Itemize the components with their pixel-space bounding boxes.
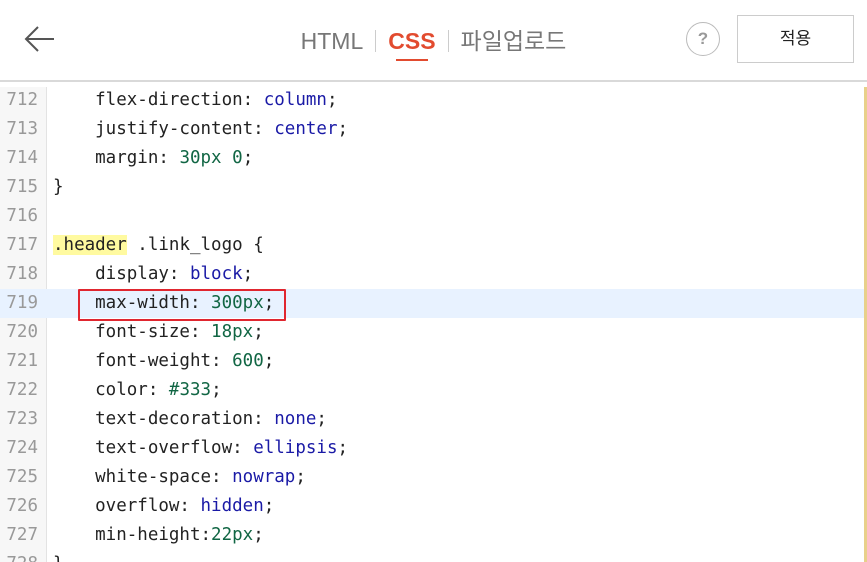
- code-line[interactable]: 715}: [0, 173, 867, 202]
- code-text[interactable]: min-height:22px;: [53, 521, 264, 550]
- code-line[interactable]: 723 text-decoration: none;: [0, 405, 867, 434]
- code-text[interactable]: display: block;: [53, 260, 253, 289]
- code-text[interactable]: text-decoration: none;: [53, 405, 327, 434]
- code-text[interactable]: overflow: hidden;: [53, 492, 274, 521]
- line-number: 723: [6, 409, 38, 429]
- code-line[interactable]: 726 overflow: hidden;: [0, 492, 867, 521]
- code-text[interactable]: text-overflow: ellipsis;: [53, 434, 348, 463]
- code-text[interactable]: .header .link_logo {: [53, 231, 264, 260]
- css-code-editor[interactable]: 712 flex-direction: column; 713 justify-c…: [0, 87, 867, 562]
- code-line[interactable]: 725 white-space: nowrap;: [0, 463, 867, 492]
- apply-button[interactable]: 적용: [737, 15, 854, 63]
- line-number: 721: [6, 351, 38, 371]
- line-number: 713: [6, 119, 38, 139]
- tab-css[interactable]: CSS: [380, 0, 443, 82]
- code-line[interactable]: 721 font-weight: 600;: [0, 347, 867, 376]
- line-number: 715: [6, 177, 38, 197]
- code-text[interactable]: white-space: nowrap;: [53, 463, 306, 492]
- tab-file-upload[interactable]: 파일업로드: [453, 0, 575, 82]
- tab-divider: [447, 30, 449, 52]
- help-icon[interactable]: ?: [686, 22, 720, 56]
- line-number: 718: [6, 264, 38, 284]
- tab-divider: [375, 30, 377, 52]
- code-text[interactable]: margin: 30px 0;: [53, 144, 253, 173]
- code-line[interactable]: 718 display: block;: [0, 260, 867, 289]
- tab-html[interactable]: HTML: [293, 0, 372, 82]
- line-number: 720: [6, 322, 38, 342]
- line-number: 727: [6, 525, 38, 545]
- line-number: 714: [6, 148, 38, 168]
- line-number: 722: [6, 380, 38, 400]
- line-number: 728: [0, 550, 38, 562]
- code-line[interactable]: 724 text-overflow: ellipsis;: [0, 434, 867, 463]
- code-line[interactable]: 714 margin: 30px 0;: [0, 144, 867, 173]
- code-text[interactable]: flex-direction: column;: [53, 87, 337, 115]
- code-text[interactable]: justify-content: center;: [53, 115, 348, 144]
- code-text[interactable]: font-size: 18px;: [53, 318, 264, 347]
- code-text[interactable]: }: [53, 173, 64, 202]
- back-arrow-icon[interactable]: [20, 20, 60, 60]
- line-number: 724: [6, 438, 38, 458]
- code-line[interactable]: 720 font-size: 18px;: [0, 318, 867, 347]
- line-number: 716: [6, 206, 38, 226]
- code-line[interactable]: 727 min-height:22px;: [0, 521, 867, 550]
- code-line[interactable]: 722 color: #333;: [0, 376, 867, 405]
- line-number: 717: [6, 235, 38, 255]
- code-line[interactable]: 713 justify-content: center;: [0, 115, 867, 144]
- code-text[interactable]: font-weight: 600;: [53, 347, 274, 376]
- top-toolbar: HTML CSS 파일업로드 ? 적용: [0, 0, 867, 82]
- code-text[interactable]: color: #333;: [53, 376, 221, 405]
- line-number: 725: [6, 467, 38, 487]
- code-text[interactable]: }: [53, 550, 64, 562]
- code-line[interactable]: 717 .header .link_logo {: [0, 231, 867, 260]
- code-line[interactable]: 716: [0, 202, 867, 231]
- line-number: 712: [6, 90, 38, 110]
- annotation-highlight-box: [78, 289, 286, 321]
- code-line[interactable]: 712 flex-direction: column;: [0, 87, 867, 115]
- code-line[interactable]: 728}: [0, 550, 867, 562]
- line-number: 726: [6, 496, 38, 516]
- line-number: 719: [6, 293, 38, 313]
